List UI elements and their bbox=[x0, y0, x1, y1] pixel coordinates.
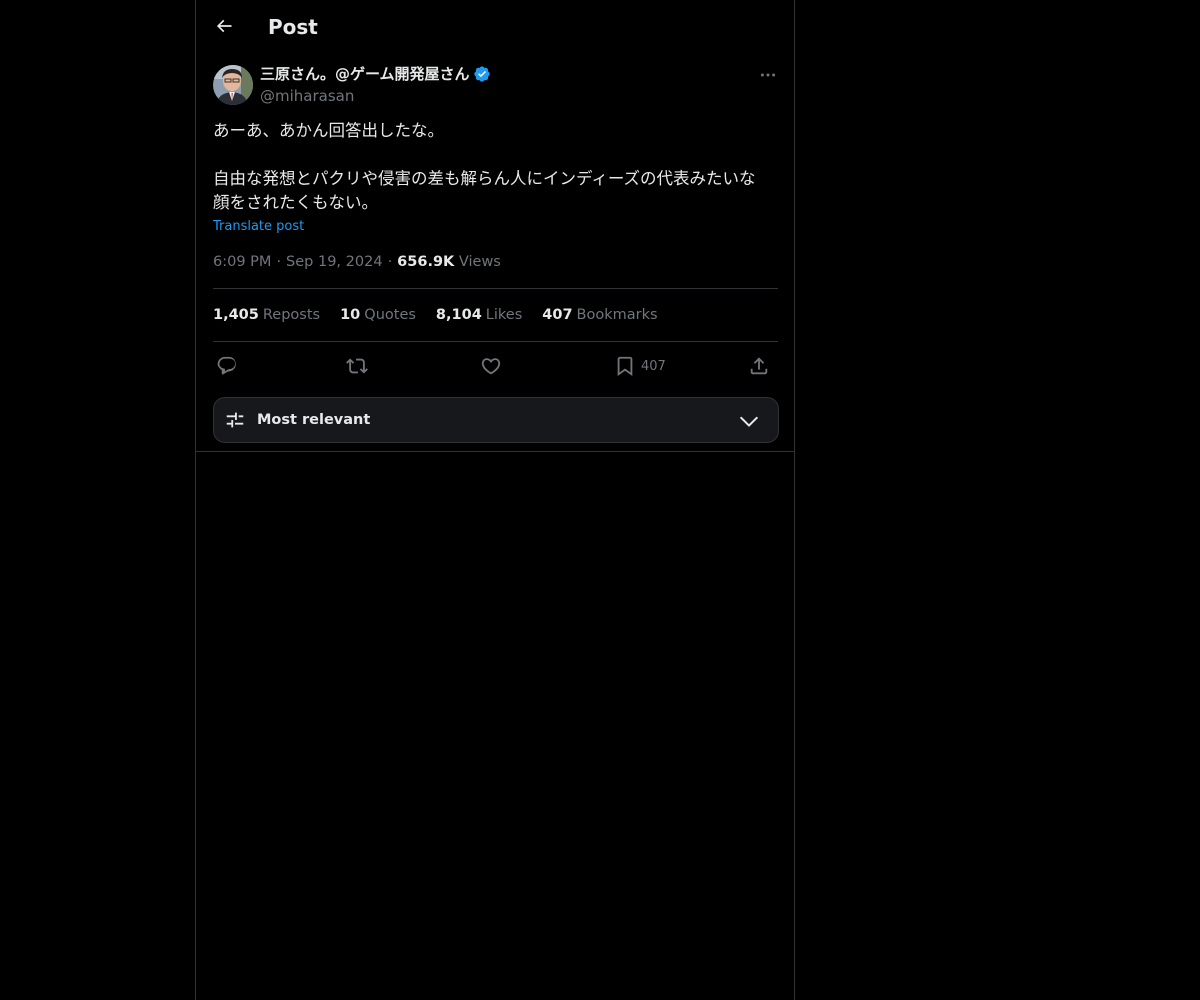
divider bbox=[213, 288, 778, 289]
post-line: あーあ、あかん回答出したな。 bbox=[213, 121, 444, 140]
sliders-icon bbox=[226, 412, 244, 428]
author-display-name[interactable]: 三原さん。@ゲーム開発屋さん bbox=[260, 64, 491, 84]
repost-icon bbox=[346, 358, 368, 374]
stat-label: Likes bbox=[485, 307, 523, 323]
views-count: 656.9K bbox=[397, 254, 455, 270]
like-button[interactable] bbox=[480, 352, 502, 380]
arrow-left-icon bbox=[216, 19, 232, 33]
post-date[interactable]: Sep 19, 2024 bbox=[286, 254, 383, 270]
heart-icon bbox=[481, 358, 501, 375]
post-line-break bbox=[213, 143, 778, 167]
stat-count: 407 bbox=[542, 307, 573, 323]
post-header: Post bbox=[196, 0, 794, 53]
bookmark-icon bbox=[617, 356, 633, 377]
post-line: 自由な発想とパクリや侵害の差も解らん人にインディーズの代表みたいな bbox=[213, 169, 756, 188]
bookmark-count: 407 bbox=[641, 358, 666, 374]
more-horizontal-icon bbox=[760, 73, 776, 77]
reply-sort-dropdown[interactable]: Most relevant bbox=[213, 397, 779, 443]
share-icon bbox=[750, 357, 768, 375]
bookmarks-stat[interactable]: 407 Bookmarks bbox=[542, 305, 657, 325]
stat-label: Bookmarks bbox=[576, 307, 658, 323]
views-label: Views bbox=[458, 254, 501, 270]
author-avatar[interactable] bbox=[213, 65, 253, 105]
more-options-button[interactable] bbox=[756, 64, 780, 86]
divider bbox=[213, 341, 778, 342]
translate-post-link[interactable]: Translate post bbox=[213, 218, 304, 236]
post-actions-bar: 407 bbox=[213, 352, 778, 380]
sort-label: Most relevant bbox=[257, 412, 371, 428]
reposts-stat[interactable]: 1,405 Reposts bbox=[213, 305, 320, 325]
chevron-down-icon bbox=[740, 416, 758, 427]
post-line: 顔をされたくもない。 bbox=[213, 193, 378, 212]
meta-separator: · bbox=[276, 254, 282, 270]
stat-label: Reposts bbox=[262, 307, 321, 323]
share-button[interactable] bbox=[748, 352, 770, 380]
post-metadata: 6:09 PM · Sep 19, 2024 · 656.9K Views bbox=[213, 252, 501, 272]
quotes-stat[interactable]: 10 Quotes bbox=[340, 305, 416, 325]
bookmark-button[interactable]: 407 bbox=[614, 352, 666, 380]
post-time[interactable]: 6:09 PM bbox=[213, 254, 271, 270]
likes-stat[interactable]: 8,104 Likes bbox=[436, 305, 522, 325]
back-button[interactable] bbox=[210, 12, 238, 40]
stat-label: Quotes bbox=[364, 307, 416, 323]
post-body: あーあ、あかん回答出したな。 自由な発想とパクリや侵害の差も解らん人にインディー… bbox=[213, 119, 778, 215]
author-name-text: 三原さん。@ゲーム開発屋さん bbox=[260, 65, 470, 83]
engagement-stats: 1,405 Reposts 10 Quotes 8,104 Likes 407 Book… bbox=[213, 305, 678, 325]
stat-count: 10 bbox=[340, 307, 361, 323]
stat-count: 1,405 bbox=[213, 307, 259, 323]
post-column: Post 三原さん。@ゲーム開発屋さん @miharasan あーあ、あかん回答… bbox=[195, 0, 795, 1000]
reply-icon bbox=[217, 356, 236, 375]
verified-badge-icon bbox=[473, 66, 490, 82]
meta-separator: · bbox=[387, 254, 393, 270]
reply-button[interactable] bbox=[216, 352, 238, 380]
repost-button[interactable] bbox=[346, 352, 368, 380]
page-title: Post bbox=[268, 15, 318, 39]
section-divider bbox=[196, 451, 794, 452]
avatar-image bbox=[213, 65, 253, 105]
author-handle[interactable]: @miharasan bbox=[260, 86, 354, 106]
stat-count: 8,104 bbox=[435, 307, 482, 323]
